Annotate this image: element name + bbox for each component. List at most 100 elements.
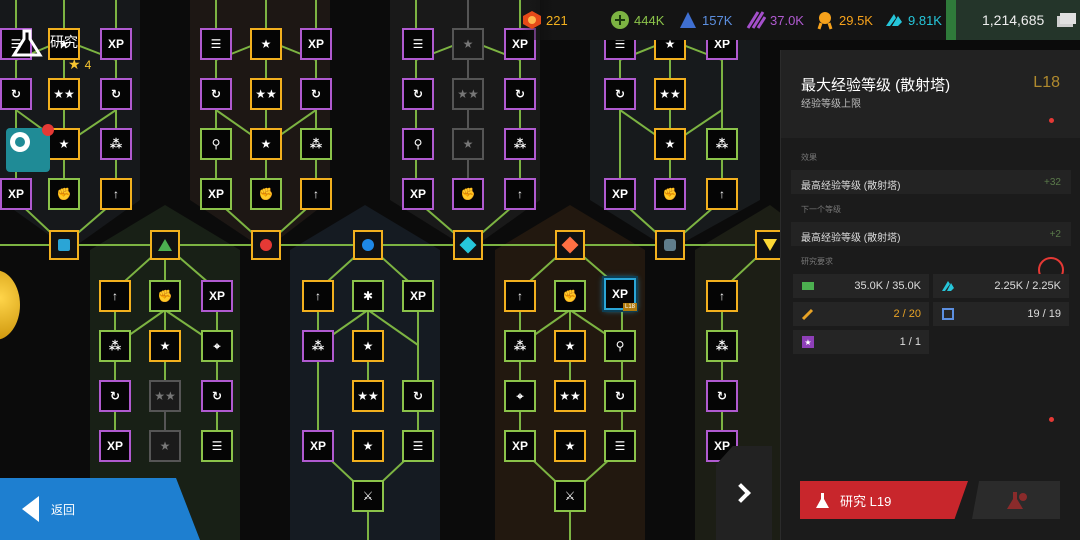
research-node[interactable]: ↻ bbox=[201, 380, 233, 412]
research-node[interactable]: XP bbox=[99, 430, 131, 462]
research-node[interactable]: ⌖ bbox=[504, 380, 536, 412]
requirement-value: 35.0K / 35.0K bbox=[854, 280, 921, 292]
research-node[interactable]: ✊ bbox=[149, 280, 181, 312]
flask-boost-icon bbox=[1007, 492, 1027, 509]
research-node[interactable]: ⚔ bbox=[554, 480, 586, 512]
tier-gate-node[interactable] bbox=[150, 230, 180, 260]
research-node[interactable]: ↑ bbox=[504, 178, 536, 210]
research-node[interactable]: ↻ bbox=[402, 380, 434, 412]
research-node[interactable]: XP bbox=[402, 280, 434, 312]
research-node[interactable]: ⁂ bbox=[99, 330, 131, 362]
research-node[interactable]: ★★ bbox=[654, 78, 686, 110]
research-node[interactable]: ⁂ bbox=[504, 330, 536, 362]
tier-gate-node[interactable] bbox=[555, 230, 585, 260]
research-node[interactable]: ✊ bbox=[250, 178, 282, 210]
chevron-right-icon bbox=[731, 483, 751, 503]
research-node[interactable]: XP bbox=[201, 280, 233, 312]
research-node[interactable]: ★★ bbox=[48, 78, 80, 110]
research-node[interactable]: ⚲ bbox=[604, 330, 636, 362]
research-node[interactable]: XP bbox=[402, 178, 434, 210]
back-button[interactable]: 返回 bbox=[0, 478, 200, 540]
research-node[interactable]: ★ bbox=[452, 28, 484, 60]
research-node[interactable]: ↑ bbox=[99, 280, 131, 312]
research-node[interactable]: ⁂ bbox=[706, 330, 738, 362]
research-node[interactable]: ↻ bbox=[99, 380, 131, 412]
research-node[interactable]: ✊ bbox=[654, 178, 686, 210]
research-node[interactable]: XP bbox=[604, 178, 636, 210]
research-node[interactable]: ↻ bbox=[604, 78, 636, 110]
research-node[interactable]: ↑ bbox=[504, 280, 536, 312]
research-node[interactable]: ⁂ bbox=[504, 128, 536, 160]
research-node[interactable]: ☰ bbox=[201, 430, 233, 462]
tier-gate-node[interactable] bbox=[49, 230, 79, 260]
research-node[interactable]: ↻ bbox=[100, 78, 132, 110]
research-node[interactable]: ☰ bbox=[604, 430, 636, 462]
cyan-crystal-icon bbox=[886, 14, 902, 26]
research-node[interactable]: ★★ bbox=[352, 380, 384, 412]
research-node[interactable]: ↻ bbox=[300, 78, 332, 110]
requirement-blueprint: 2 / 20 bbox=[793, 302, 929, 326]
research-node[interactable]: ↻ bbox=[604, 380, 636, 412]
tier-gate-node[interactable] bbox=[251, 230, 281, 260]
research-node[interactable]: ★ bbox=[250, 128, 282, 160]
research-node[interactable]: ⁂ bbox=[706, 128, 738, 160]
tier-gate-node[interactable] bbox=[353, 230, 383, 260]
research-node[interactable]: ↑ bbox=[706, 280, 738, 312]
research-node[interactable]: ★ bbox=[554, 430, 586, 462]
research-node[interactable]: ☰ bbox=[402, 430, 434, 462]
next-level-row: 最高经验等级 (散射塔) +2 bbox=[791, 222, 1071, 246]
research-node[interactable]: ⁂ bbox=[100, 128, 132, 160]
research-node[interactable]: ☰ bbox=[402, 28, 434, 60]
research-node[interactable]: ✱ bbox=[352, 280, 384, 312]
research-node[interactable]: ★★ bbox=[149, 380, 181, 412]
research-node[interactable]: ★ bbox=[352, 330, 384, 362]
research-node[interactable]: ↑ bbox=[300, 178, 332, 210]
notification-dot bbox=[1049, 417, 1054, 422]
research-node[interactable]: ★ bbox=[452, 128, 484, 160]
tier-gate-node[interactable] bbox=[655, 230, 685, 260]
research-node[interactable]: ↑ bbox=[302, 280, 334, 312]
research-node[interactable]: ⚔ bbox=[352, 480, 384, 512]
tier-gate-node[interactable] bbox=[453, 230, 483, 260]
research-node[interactable]: ⚲ bbox=[200, 128, 232, 160]
research-node[interactable]: ⚲ bbox=[402, 128, 434, 160]
token-value: 221 bbox=[546, 12, 568, 28]
next-page-button[interactable] bbox=[716, 446, 772, 540]
research-node[interactable]: ↑ bbox=[706, 178, 738, 210]
research-button[interactable]: 研究 L19 bbox=[800, 481, 968, 519]
cash-icon bbox=[1057, 13, 1076, 27]
research-node[interactable]: ↑ bbox=[100, 178, 132, 210]
research-node[interactable]: ★ bbox=[352, 430, 384, 462]
research-node[interactable]: ★★ bbox=[452, 78, 484, 110]
research-node[interactable]: ↻ bbox=[504, 78, 536, 110]
research-node[interactable]: ↻ bbox=[706, 380, 738, 412]
research-node[interactable]: XP bbox=[300, 28, 332, 60]
research-node[interactable]: ✊ bbox=[554, 280, 586, 312]
instant-research-button[interactable] bbox=[972, 481, 1060, 519]
research-node[interactable]: ✊ bbox=[48, 178, 80, 210]
research-node[interactable]: ⌖ bbox=[201, 330, 233, 362]
research-node[interactable]: XP bbox=[0, 178, 32, 210]
research-node[interactable]: ★ bbox=[149, 430, 181, 462]
page-title: 研究 bbox=[50, 34, 78, 50]
research-node[interactable]: ★ bbox=[654, 128, 686, 160]
research-lab-badge[interactable] bbox=[6, 124, 54, 172]
research-node[interactable]: XP bbox=[302, 430, 334, 462]
research-node[interactable]: ↻ bbox=[402, 78, 434, 110]
research-node[interactable]: ★ bbox=[149, 330, 181, 362]
research-node[interactable]: XP bbox=[200, 178, 232, 210]
research-node[interactable]: XP bbox=[100, 28, 132, 60]
research-node[interactable]: ↻ bbox=[200, 78, 232, 110]
research-node[interactable]: ✊ bbox=[452, 178, 484, 210]
research-node[interactable]: XP bbox=[504, 430, 536, 462]
selected-research-node[interactable]: XP L18 bbox=[604, 278, 637, 311]
research-node[interactable]: ⁂ bbox=[300, 128, 332, 160]
research-node[interactable]: ↻ bbox=[0, 78, 32, 110]
research-node[interactable]: ★ bbox=[250, 28, 282, 60]
research-node[interactable]: ★ bbox=[554, 330, 586, 362]
research-node[interactable]: ★★ bbox=[554, 380, 586, 412]
token-resource: 221 bbox=[522, 10, 568, 30]
research-node[interactable]: ⁂ bbox=[302, 330, 334, 362]
research-node[interactable]: ☰ bbox=[200, 28, 232, 60]
research-node[interactable]: ★★ bbox=[250, 78, 282, 110]
